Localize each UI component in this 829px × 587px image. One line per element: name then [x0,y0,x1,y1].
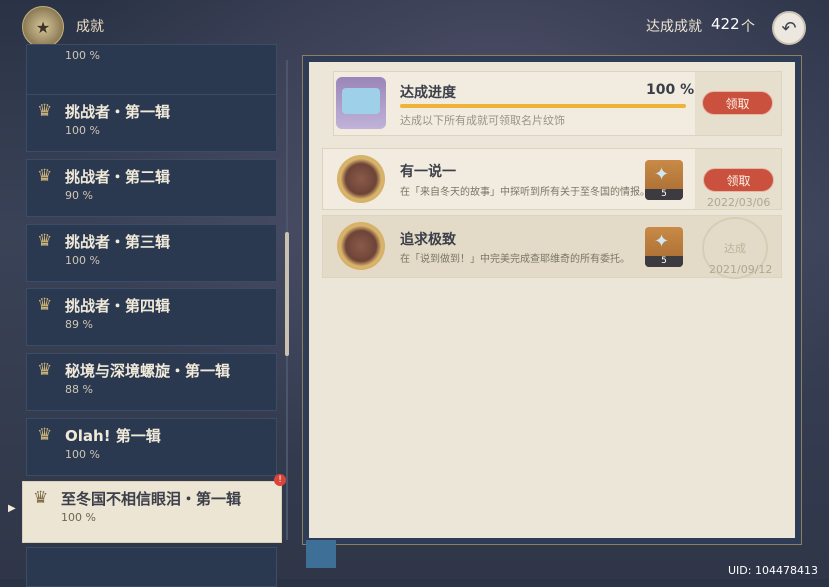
category-item[interactable]: ♛ 挑战者・第二辑 90 % [26,159,277,217]
progress-bar [400,104,686,108]
category-percent: 90 % [65,189,93,202]
achievement-emblem-icon: ★ [22,6,64,48]
bookmark-ribbon [306,540,336,568]
achievement-badge-icon: ♛ [37,231,53,251]
category-percent: 89 % [65,318,93,331]
claim-namecard-button[interactable]: 领取 [702,91,773,115]
scrollbar-thumb[interactable] [285,232,289,356]
reward-quantity: 5 [645,189,683,200]
primogem-reward: ✦ 5 [645,160,683,200]
category-item[interactable]: ♛ 挑战者・第四辑 89 % [26,288,277,346]
achievement-medal-icon [337,155,385,203]
progress-bar-fill [400,104,686,108]
category-item[interactable]: ♛ Olah! 第一辑 100 % [26,418,277,476]
achievement-badge-icon: ♛ [33,488,49,508]
category-name: 挑战者・第四辑 [65,297,171,315]
page-title: 成就 [76,19,104,35]
achievement-badge-icon: ♛ [37,295,53,315]
category-percent: 100 % [65,124,100,137]
back-button[interactable]: ↶ [772,11,806,45]
category-percent: 100 % [65,448,100,461]
achievement-badge-icon: ♛ [37,166,53,186]
achievement-medal-icon [337,222,385,270]
achievement-name: 追求极致 [400,232,456,248]
category-percent: 100 % [65,49,100,62]
category-percent: 100 % [65,254,100,267]
category-percent: 100 % [61,511,96,524]
category-list[interactable]: 100 % ♛ 挑战者・第一辑 100 % ♛ 挑战者・第二辑 90 % ♛ 挑… [0,44,292,587]
selection-arrow-icon: ▶ [8,503,16,514]
reward-quantity: 5 [645,256,683,267]
claim-reward-button[interactable]: 领取 [703,168,774,192]
category-name: 秘境与深境螺旋・第一辑 [65,362,231,380]
category-item[interactable] [26,547,277,587]
back-arrow-icon: ↶ [781,17,797,39]
category-percent: 88 % [65,383,93,396]
achievement-badge-icon: ♛ [37,101,53,121]
achievement-date: 2021/09/12 [709,263,773,276]
achievement-badge-icon: ♛ [37,360,53,380]
category-name: 挑战者・第二辑 [65,168,171,186]
category-item[interactable]: ♛ 秘境与深境螺旋・第一辑 88 % [26,353,277,411]
achievement-description: 在「来自冬天的故事」中探听到所有关于至冬国的情报。 [400,187,650,198]
category-name: 挑战者・第一辑 [65,103,171,121]
achievement-badge-icon: ♛ [37,425,53,445]
achievement-count-value: 422 [711,15,740,33]
achievement-count-label: 达成成就 [646,19,702,35]
category-item[interactable]: ♛ 挑战者・第一辑 100 % [26,94,277,152]
new-notification-badge: ! [274,474,286,486]
primogem-icon: ✦ [654,164,670,185]
primogem-reward: ✦ 5 [645,227,683,267]
achievement-date: 2022/03/06 [707,196,771,209]
primogem-icon: ✦ [654,231,670,252]
achievement-name: 有一说一 [400,164,456,180]
achievement-count-unit: 个 [741,19,755,35]
progress-percent: 100 % [646,82,695,98]
category-name: Olah! 第一辑 [65,427,161,445]
progress-title: 达成进度 [400,85,456,101]
category-item[interactable]: ♛ 挑战者・第三辑 100 % [26,224,277,282]
category-item-selected[interactable]: ♛ 至冬国不相信眼泪・第一辑 100 % [22,481,282,543]
player-uid: UID: 104478413 [728,564,818,577]
category-name: 挑战者・第三辑 [65,233,171,251]
namecard-preview-icon [342,88,380,114]
achievement-description: 在「说到做到！」中完美完成查耶维奇的所有委托。 [400,254,630,265]
progress-description: 达成以下所有成就可领取名片纹饰 [400,114,565,127]
category-name: 至冬国不相信眼泪・第一辑 [61,490,242,508]
